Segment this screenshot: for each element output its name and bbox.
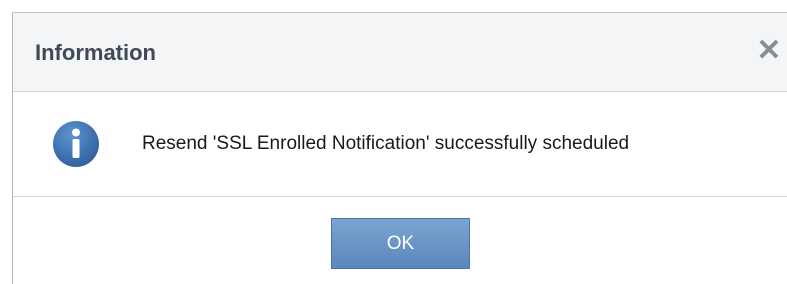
dialog-title: Information <box>35 40 156 65</box>
dialog-body: Resend 'SSL Enrolled Notification' succe… <box>13 92 787 197</box>
close-icon[interactable]: ✕ <box>756 36 782 66</box>
dialog-titlebar: Information ✕ <box>13 13 787 92</box>
dialog-footer: OK <box>13 197 787 284</box>
ok-button[interactable]: OK <box>331 218 470 269</box>
information-dialog: Information ✕ Resend 'SSL Enrolled Notif… <box>12 12 787 284</box>
dialog-message: Resend 'SSL Enrolled Notification' succe… <box>142 133 630 154</box>
info-icon <box>53 121 99 167</box>
